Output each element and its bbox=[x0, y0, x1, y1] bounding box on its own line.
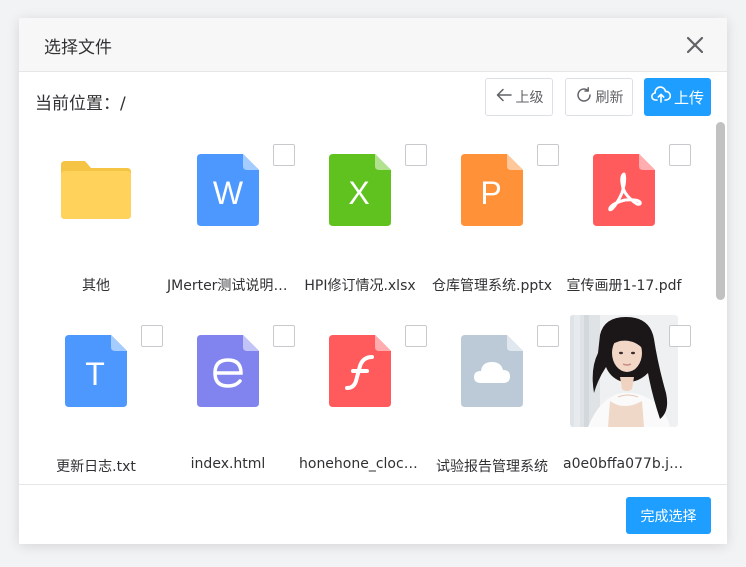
file-checkbox[interactable] bbox=[405, 325, 427, 347]
cloud-upload-icon bbox=[651, 86, 672, 108]
refresh-button[interactable]: 刷新 bbox=[565, 78, 633, 116]
svg-text:X: X bbox=[348, 175, 369, 211]
word-icon: W bbox=[174, 136, 282, 244]
cloud-file-icon bbox=[438, 317, 546, 425]
file-name: 试验报告管理系统 bbox=[436, 459, 548, 475]
svg-text:W: W bbox=[213, 175, 244, 211]
file-name: a0e0bffa077b.jpg bbox=[563, 456, 687, 472]
current-path: 当前位置：/ bbox=[35, 94, 126, 114]
toolbar: 当前位置：/ 上级 刷新 上传 bbox=[19, 72, 727, 126]
up-level-button[interactable]: 上级 bbox=[485, 78, 553, 116]
file-name: honehone_clock.swf bbox=[299, 456, 425, 472]
pdf-icon bbox=[570, 136, 678, 244]
file-checkbox[interactable] bbox=[669, 144, 691, 166]
arrow-left-icon bbox=[495, 86, 513, 108]
folder-icon bbox=[42, 136, 150, 244]
txt-icon: T bbox=[42, 317, 150, 425]
file-select-dialog: 选择文件 当前位置：/ 上级 刷新 上传 其他 W JMerter测试说明.d … bbox=[19, 18, 727, 544]
close-icon[interactable] bbox=[685, 35, 705, 55]
file-item[interactable]: 其他 bbox=[31, 122, 161, 294]
upload-label: 上传 bbox=[673, 88, 704, 107]
file-name: HPI修订情况.xlsx bbox=[304, 278, 416, 294]
file-checkbox[interactable] bbox=[273, 325, 295, 347]
svg-text:T: T bbox=[85, 356, 105, 392]
file-item[interactable]: 试验报告管理系统 bbox=[427, 303, 559, 475]
vertical-scrollbar[interactable] bbox=[716, 122, 725, 300]
file-item[interactable]: W JMerter测试说明.docx bbox=[163, 122, 295, 294]
file-item[interactable]: P 仓库管理系统.pptx bbox=[427, 122, 559, 294]
flash-icon bbox=[306, 317, 414, 425]
file-checkbox[interactable] bbox=[537, 144, 559, 166]
svg-text:P: P bbox=[480, 175, 501, 211]
html-icon bbox=[174, 317, 282, 425]
image-thumbnail bbox=[570, 315, 678, 427]
up-level-label: 上级 bbox=[515, 90, 544, 106]
dialog-header: 选择文件 bbox=[19, 18, 727, 72]
refresh-icon bbox=[575, 86, 593, 108]
file-item[interactable]: T 更新日志.txt bbox=[31, 303, 163, 475]
file-name: 更新日志.txt bbox=[56, 459, 136, 475]
file-name: 宣传画册1-17.pdf bbox=[566, 278, 682, 294]
file-item[interactable]: honehone_clock.swf bbox=[295, 303, 427, 473]
refresh-label: 刷新 bbox=[595, 90, 624, 106]
file-item[interactable]: 宣传画册1-17.pdf bbox=[559, 122, 691, 294]
file-checkbox[interactable] bbox=[669, 325, 691, 347]
file-grid: 其他 W JMerter测试说明.docx X HPI修订情况.xlsx P 仓… bbox=[19, 122, 727, 484]
file-item[interactable]: index.html bbox=[163, 303, 295, 473]
file-item[interactable]: X HPI修订情况.xlsx bbox=[295, 122, 427, 294]
dialog-title: 选择文件 bbox=[44, 38, 112, 58]
file-checkbox[interactable] bbox=[537, 325, 559, 347]
file-name: JMerter测试说明.docx bbox=[167, 278, 293, 294]
file-item[interactable]: a0e0bffa077b.jpg bbox=[559, 303, 691, 473]
file-checkbox[interactable] bbox=[273, 144, 295, 166]
file-name: index.html bbox=[190, 456, 266, 472]
ppt-icon: P bbox=[438, 136, 546, 244]
finish-select-button[interactable]: 完成选择 bbox=[626, 497, 711, 534]
upload-button[interactable]: 上传 bbox=[644, 78, 711, 116]
file-name: 其他 bbox=[82, 278, 110, 294]
file-name: 仓库管理系统.pptx bbox=[432, 278, 552, 294]
excel-icon: X bbox=[306, 136, 414, 244]
file-checkbox[interactable] bbox=[141, 325, 163, 347]
dialog-footer: 完成选择 bbox=[19, 484, 727, 544]
file-checkbox[interactable] bbox=[405, 144, 427, 166]
